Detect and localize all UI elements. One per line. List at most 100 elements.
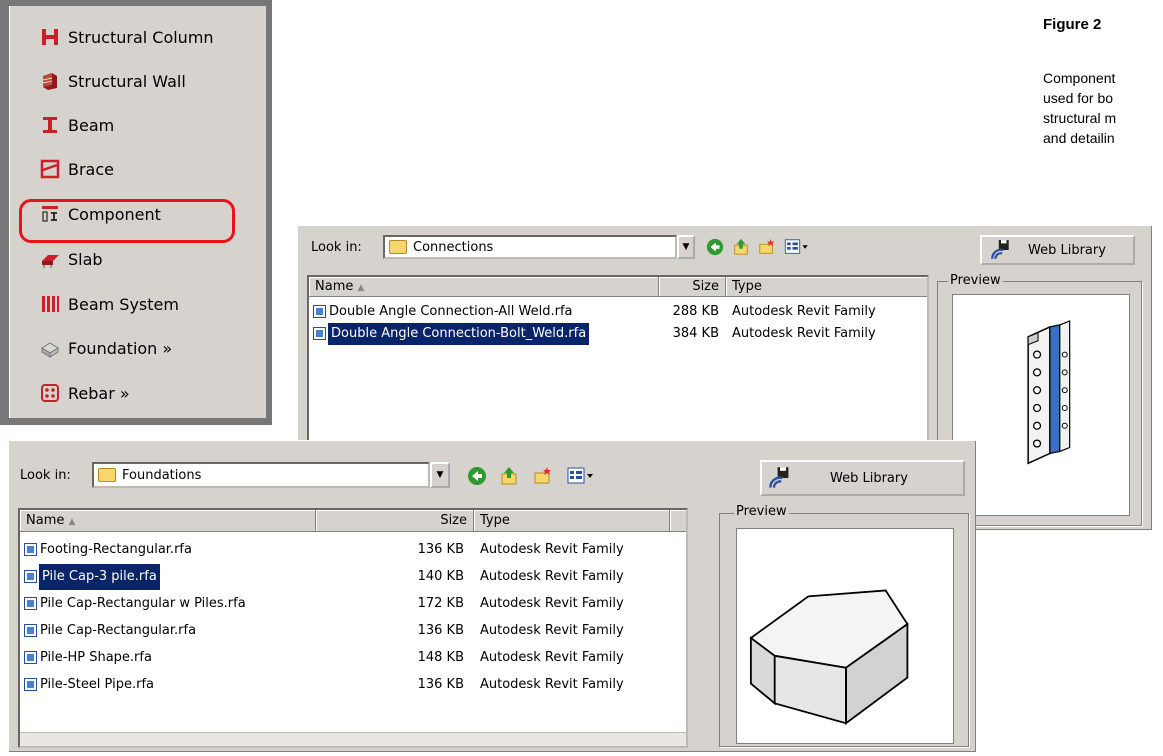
views-menu-icon[interactable] xyxy=(783,237,811,257)
design-bar-item-label: Foundation » xyxy=(68,338,173,358)
file-size: 136 KB xyxy=(417,542,464,557)
back-icon[interactable] xyxy=(466,465,488,487)
look-in-value: Connections xyxy=(413,239,494,255)
file-name: Pile-Steel Pipe.rfa xyxy=(40,677,154,692)
design-bar-item-label: Structural Wall xyxy=(68,71,186,91)
up-folder-icon[interactable] xyxy=(498,465,520,487)
chevron-down-icon[interactable]: ▼ xyxy=(430,462,450,488)
file-row-selected[interactable]: Double Angle Connection-Bolt_Weld.rfa 38… xyxy=(309,322,927,346)
file-type: Autodesk Revit Family xyxy=(480,596,624,611)
column-header-extra[interactable] xyxy=(670,510,686,532)
structural-wall-icon xyxy=(42,73,57,90)
design-bar-item-rebar[interactable]: Rebar » xyxy=(40,378,130,408)
file-name: Pile Cap-Rectangular w Piles.rfa xyxy=(40,596,246,611)
beam-icon xyxy=(43,117,57,133)
file-size: 172 KB xyxy=(417,596,464,611)
design-bar-item-brace[interactable]: Brace xyxy=(40,154,114,184)
file-name: Double Angle Connection-All Weld.rfa xyxy=(329,304,573,319)
revit-family-file-icon xyxy=(24,597,37,610)
web-library-button[interactable]: Web Library xyxy=(980,235,1135,265)
file-row[interactable]: Pile-Steel Pipe.rfa 136 KB Autodesk Revi… xyxy=(20,672,686,698)
design-bar-item-beam[interactable]: Beam xyxy=(40,110,114,140)
column-header-size[interactable]: Size xyxy=(316,510,474,532)
figure-caption: Component used for bo structural m and d… xyxy=(1043,68,1116,148)
file-row[interactable]: Pile Cap-Rectangular w Piles.rfa 172 KB … xyxy=(20,591,686,617)
brace-icon xyxy=(40,159,60,179)
web-library-button[interactable]: Web Library xyxy=(760,460,965,496)
revit-family-file-icon xyxy=(24,570,37,583)
column-header-type[interactable]: Type xyxy=(726,277,927,297)
file-size: 136 KB xyxy=(417,623,464,638)
preview-label: Preview xyxy=(734,504,789,519)
structural-column-icon xyxy=(42,29,58,45)
new-folder-icon[interactable] xyxy=(757,237,777,257)
back-icon[interactable] xyxy=(705,237,725,257)
column-header-label: Name xyxy=(315,279,354,294)
look-in-value: Foundations xyxy=(122,467,202,483)
column-header-name[interactable]: Name ▲ xyxy=(309,277,659,297)
rebar-icon xyxy=(41,384,59,402)
file-type: Autodesk Revit Family xyxy=(732,304,876,319)
file-row-selected[interactable]: Pile Cap-3 pile.rfa 140 KB Autodesk Revi… xyxy=(20,563,686,591)
revit-family-file-icon xyxy=(313,327,326,340)
file-type: Autodesk Revit Family xyxy=(480,542,624,557)
figure-title: Figure 2 xyxy=(1043,16,1102,33)
column-header-type[interactable]: Type xyxy=(474,510,670,532)
horizontal-scrollbar[interactable] xyxy=(20,732,686,746)
folder-icon xyxy=(98,468,116,482)
folder-icon xyxy=(389,240,407,254)
design-bar-item-label: Slab xyxy=(68,249,103,269)
sort-arrow-icon: ▲ xyxy=(68,517,76,527)
web-library-label: Web Library xyxy=(830,470,908,486)
file-type: Autodesk Revit Family xyxy=(480,677,624,692)
revit-family-file-icon xyxy=(24,543,37,556)
file-row[interactable]: Pile-HP Shape.rfa 148 KB Autodesk Revit … xyxy=(20,645,686,671)
design-bar-item-label: Beam System xyxy=(68,294,179,314)
new-folder-icon[interactable] xyxy=(532,465,554,487)
file-list[interactable]: Name ▲ Size Type Footing-Rectangular.rfa… xyxy=(18,508,688,748)
double-angle-connection-preview xyxy=(1027,320,1071,465)
web-library-icon xyxy=(769,467,789,488)
file-type: Autodesk Revit Family xyxy=(732,326,876,341)
file-size: 140 KB xyxy=(417,569,464,584)
file-type: Autodesk Revit Family xyxy=(480,623,624,638)
design-bar-item-label: Structural Column xyxy=(68,27,214,47)
revit-family-file-icon xyxy=(313,305,326,318)
up-folder-icon[interactable] xyxy=(731,237,751,257)
revit-family-file-icon xyxy=(24,651,37,664)
preview-image xyxy=(952,294,1130,516)
chevron-down-icon[interactable]: ▼ xyxy=(677,235,695,259)
look-in-combo[interactable]: Foundations xyxy=(92,462,430,488)
design-bar-item-label: Rebar » xyxy=(68,383,130,403)
sort-arrow-icon: ▲ xyxy=(357,283,365,293)
file-row[interactable]: Double Angle Connection-All Weld.rfa 288… xyxy=(309,301,927,323)
pile-cap-preview xyxy=(749,589,909,725)
caption-line: and detailin xyxy=(1043,130,1115,146)
design-bar: Structural Column Structural Wall Beam B… xyxy=(0,0,272,425)
file-type: Autodesk Revit Family xyxy=(480,569,624,584)
file-row[interactable]: Footing-Rectangular.rfa 136 KB Autodesk … xyxy=(20,537,686,563)
column-header-name[interactable]: Name ▲ xyxy=(20,510,316,532)
design-bar-item-structural-wall[interactable]: Structural Wall xyxy=(40,66,186,96)
look-in-combo[interactable]: Connections xyxy=(383,235,677,259)
caption-line: structural m xyxy=(1043,110,1117,126)
design-bar-item-beam-system[interactable]: Beam System xyxy=(40,289,179,319)
open-dialog-foundations: Look in: Foundations ▼ Web Library Name … xyxy=(8,440,976,752)
file-size: 136 KB xyxy=(417,677,464,692)
views-menu-icon[interactable] xyxy=(566,465,596,487)
file-name: Double Angle Connection-Bolt_Weld.rfa xyxy=(326,322,591,346)
file-name: Pile Cap-Rectangular.rfa xyxy=(40,623,197,638)
file-name: Pile Cap-3 pile.rfa xyxy=(38,563,161,591)
preview-group: Preview xyxy=(719,504,969,747)
file-row[interactable]: Pile Cap-Rectangular.rfa 136 KB Autodesk… xyxy=(20,618,686,644)
column-header-size[interactable]: Size xyxy=(659,277,726,297)
design-bar-item-slab[interactable]: Slab xyxy=(40,244,103,274)
design-bar-item-structural-column[interactable]: Structural Column xyxy=(40,22,214,52)
column-header-label: Name xyxy=(26,513,65,528)
caption-line: used for bo xyxy=(1043,90,1114,106)
design-bar-item-foundation[interactable]: Foundation » xyxy=(40,333,172,363)
design-bar-item-label: Beam xyxy=(68,115,115,135)
look-in-label: Look in: xyxy=(20,468,71,483)
component-highlight-outline xyxy=(19,199,235,243)
beam-system-icon xyxy=(42,296,59,312)
